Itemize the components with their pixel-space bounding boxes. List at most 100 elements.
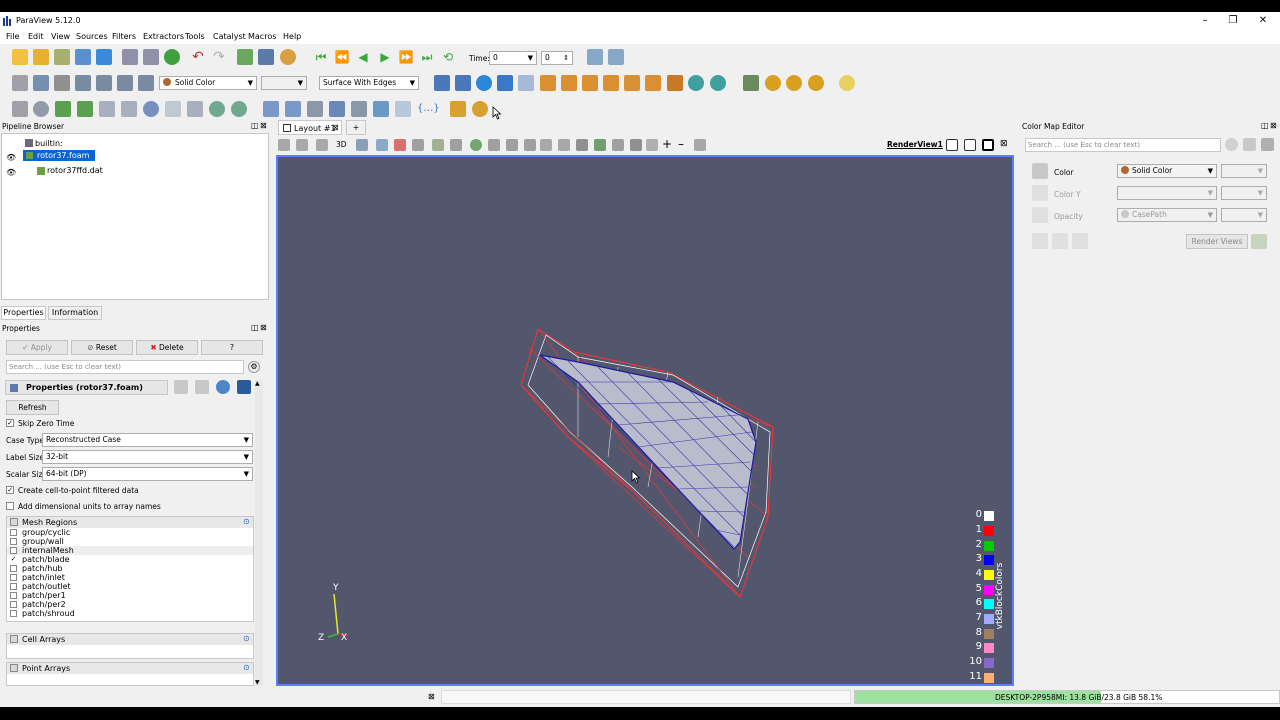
redo-icon[interactable]: ↷ — [211, 49, 227, 65]
dimensional-units-checkbox[interactable] — [6, 502, 14, 510]
extract-level-icon[interactable] — [231, 101, 247, 117]
point-arrays-toggle-all[interactable] — [10, 664, 18, 672]
colormap-copy-icon[interactable] — [1243, 138, 1256, 151]
pipeline-close-icon[interactable]: ⊠ — [260, 121, 267, 130]
select-cells-on-icon[interactable] — [376, 139, 388, 151]
rescale-custom-colormap-icon[interactable] — [1052, 233, 1068, 249]
menu-tools[interactable]: Tools — [185, 32, 205, 41]
rescale-temporal-icon[interactable] — [138, 75, 154, 91]
colormap-gear-icon[interactable] — [1225, 138, 1238, 151]
region-checkbox[interactable] — [10, 592, 17, 599]
pipeline-item-rotor37-foam[interactable]: rotor37.foam — [23, 150, 95, 161]
menu-edit[interactable]: Edit — [28, 32, 44, 41]
tab-information[interactable]: Information — [48, 306, 102, 320]
connect-icon[interactable] — [96, 49, 112, 65]
region-checkbox[interactable] — [10, 601, 17, 608]
advanced-gear-icon[interactable]: ⚙ — [248, 361, 260, 373]
list-item[interactable]: patch/per2 — [7, 600, 253, 609]
split-vertical-icon[interactable] — [964, 139, 976, 151]
zoom-closest-icon[interactable] — [608, 49, 624, 65]
interactive-select-icon[interactable] — [450, 139, 462, 151]
close-tab-icon[interactable]: ⊠ — [332, 123, 339, 132]
plot-selection-over-time-icon[interactable] — [594, 139, 606, 151]
find-data-view-icon[interactable] — [612, 139, 624, 151]
reset-camera-closest-icon[interactable] — [455, 75, 471, 91]
representation-select[interactable]: Surface With Edges ▼ — [319, 76, 419, 90]
display-icon[interactable] — [12, 75, 28, 91]
histogram-icon[interactable] — [307, 101, 323, 117]
list-item[interactable]: group/cyclic — [7, 528, 253, 537]
pipeline-float-icon[interactable]: ◫ — [251, 121, 259, 130]
apply-button[interactable]: ✔ Apply — [6, 340, 68, 355]
hover-points-icon[interactable] — [488, 139, 500, 151]
region-checkbox[interactable] — [10, 583, 17, 590]
contour-icon[interactable] — [33, 101, 49, 117]
python-calculator-icon[interactable] — [329, 101, 345, 117]
list-item[interactable]: patch/per1 — [7, 591, 253, 600]
light-kit-icon[interactable] — [839, 75, 855, 91]
status-close-icon[interactable]: ⊠ — [428, 692, 435, 701]
view-plus-z-icon[interactable] — [624, 75, 640, 91]
camera-redo-icon[interactable] — [316, 139, 328, 151]
view-minus-x-icon[interactable] — [561, 75, 577, 91]
center-axes-icon[interactable] — [765, 75, 781, 91]
spreadsheet-icon[interactable] — [258, 49, 274, 65]
extract-selection-icon[interactable] — [576, 139, 588, 151]
menu-macros[interactable]: Macros — [248, 32, 276, 41]
region-checkbox[interactable] — [10, 610, 17, 617]
opacity-icon[interactable] — [1032, 207, 1048, 223]
region-checkbox[interactable] — [10, 574, 17, 581]
rotate-90-cw-icon[interactable] — [688, 75, 704, 91]
tab-layout-1[interactable]: Layout #1 ⊠ — [278, 120, 342, 135]
colormap-close-icon[interactable]: ⊠ — [1270, 121, 1277, 130]
reset-camera-icon[interactable] — [434, 75, 450, 91]
menu-filters[interactable]: Filters — [112, 32, 136, 41]
open-icon[interactable] — [12, 49, 28, 65]
annotate-icon[interactable]: {…} — [417, 101, 440, 117]
colormap-paste-icon[interactable] — [1261, 138, 1274, 151]
rescale-visible-icon[interactable] — [117, 75, 133, 91]
edit-label-icon[interactable] — [630, 139, 642, 151]
extract-subset-icon[interactable] — [121, 101, 137, 117]
view-plus-y-icon[interactable] — [582, 75, 598, 91]
save-data-icon[interactable] — [54, 49, 70, 65]
opacity-select[interactable]: CasePath ▼ — [1117, 208, 1217, 222]
color-y-select[interactable]: ▼ — [1117, 186, 1217, 200]
menu-help[interactable]: Help — [283, 32, 301, 41]
restore-defaults-icon[interactable] — [216, 380, 230, 394]
cell-to-point-checkbox[interactable]: ✓ — [6, 486, 14, 494]
region-checkbox[interactable] — [10, 529, 17, 536]
subtract-selection-icon[interactable]: – — [678, 137, 684, 151]
component-select[interactable]: ▼ — [261, 76, 307, 90]
capture-screenshot-icon[interactable] — [278, 139, 290, 151]
region-checkbox[interactable]: ✓ — [10, 556, 17, 563]
axes-grid-icon[interactable] — [395, 101, 411, 117]
eye-visible-icon[interactable]: 👁 — [6, 168, 16, 177]
menu-extractors[interactable]: Extractors — [143, 32, 184, 41]
render-view[interactable]: Y Z X 0 1 2 3 4 5 6 7 8 9 10 11 vtkBlock… — [276, 155, 1014, 686]
region-checkbox[interactable] — [10, 565, 17, 572]
threshold-icon[interactable] — [99, 101, 115, 117]
warp-icon[interactable] — [187, 101, 203, 117]
pipeline-item-rotor37ffd-dat[interactable]: rotor37ffd.dat — [47, 166, 103, 175]
glyph-icon[interactable] — [143, 101, 159, 117]
reset-range-icon[interactable] — [75, 75, 91, 91]
last-frame-icon[interactable]: ⏭ — [419, 49, 435, 65]
interaction-mode-icon[interactable] — [743, 75, 759, 91]
view-minus-y-icon[interactable] — [603, 75, 619, 91]
menu-sources[interactable]: Sources — [76, 32, 108, 41]
split-horizontal-icon[interactable] — [946, 139, 958, 151]
add-layout-tab[interactable]: + — [346, 120, 366, 135]
case-type-select[interactable]: Reconstructed Case ▼ — [42, 433, 253, 447]
calculator-icon[interactable] — [12, 101, 28, 117]
query-selection-icon[interactable] — [646, 139, 658, 151]
mesh-regions-toggle-all[interactable] — [10, 518, 18, 526]
select-block-icon[interactable] — [432, 139, 444, 151]
colormap-float-icon[interactable]: ◫ — [1261, 121, 1269, 130]
step-back-icon[interactable]: ◀ — [355, 49, 371, 65]
add-selection-icon[interactable]: + — [662, 137, 672, 151]
region-checkbox[interactable] — [10, 547, 17, 554]
refresh-button[interactable]: Refresh — [6, 400, 59, 415]
save-state-icon[interactable] — [75, 49, 91, 65]
group-datasets-icon[interactable] — [209, 101, 225, 117]
